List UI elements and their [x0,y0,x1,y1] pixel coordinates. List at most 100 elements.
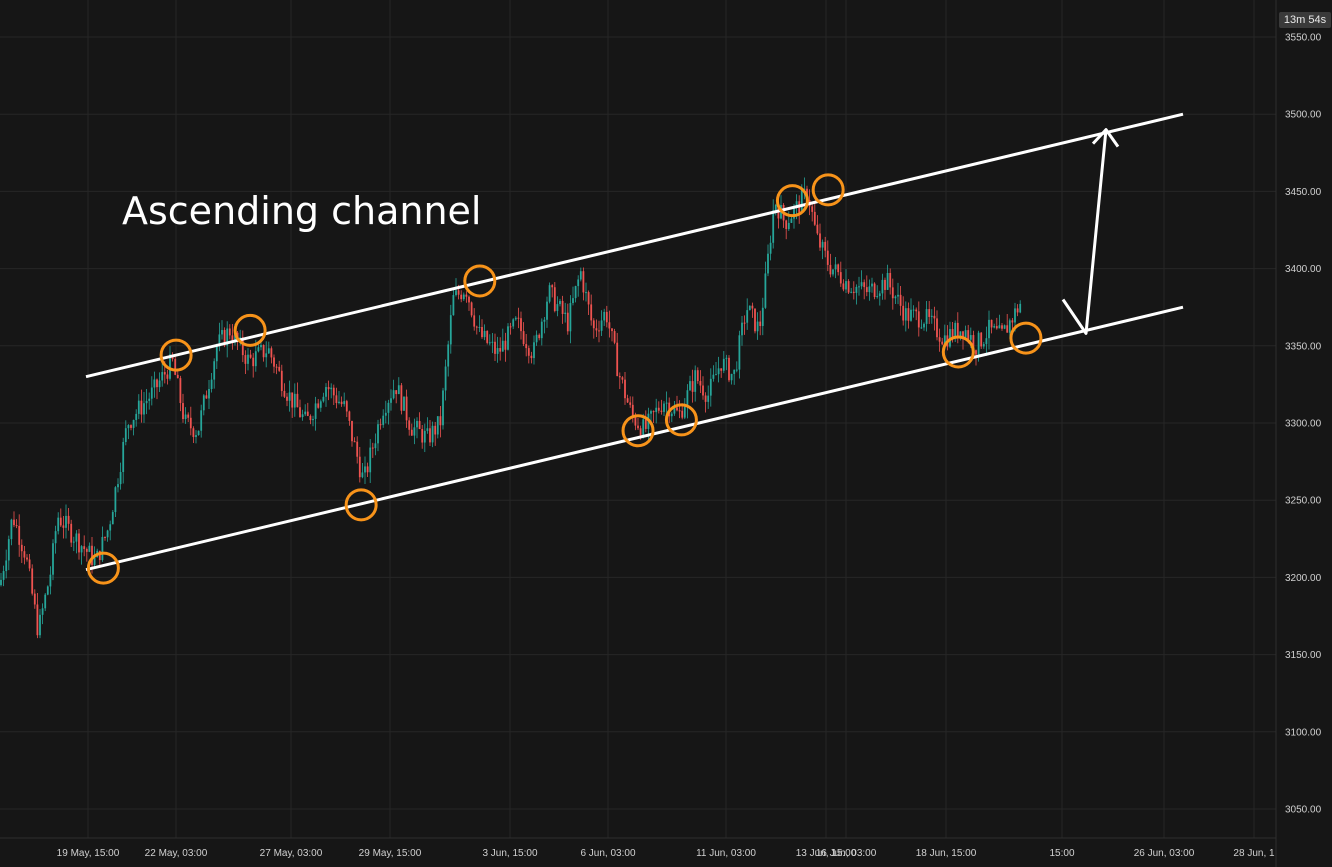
candle-body [980,332,983,347]
candle-body [587,292,590,305]
candle-body [312,418,314,421]
candle-body [325,387,327,397]
candle-body [631,404,634,416]
candle-body [535,334,538,343]
candle-body [166,374,169,379]
price-tick-label: 3500.00 [1285,110,1322,121]
candle-body [327,387,330,390]
candle-body [306,411,309,416]
candle-body [182,403,184,419]
candle-body [774,204,777,211]
candle-body [18,525,21,545]
candle-body [520,318,522,332]
candle-body [824,241,827,251]
candle-body [330,387,333,390]
candle-body [192,428,195,438]
candle-body [982,344,985,347]
candle-body [624,379,626,399]
candle-body [553,287,556,311]
candle-body [135,413,138,420]
candle-body [1006,325,1009,333]
price-chart[interactable]: Ascending channel 3050.00 3100.00 3150.00 3… [0,0,1332,867]
candle-body [127,425,130,429]
candle-body [158,380,161,388]
time-tick-label: 19 May, 15:00 [57,848,120,859]
candle-body [366,466,369,473]
candle-body [28,559,31,569]
candle-body [860,282,863,287]
candle-body [865,287,868,293]
candle-body [286,396,288,401]
candle-body [884,279,886,290]
candle-body [899,294,902,306]
candle-body [374,443,377,449]
candle-body [436,416,439,435]
candle-body [252,357,255,367]
candle-body [72,541,75,543]
candle-body [52,543,54,575]
candle-body [283,390,286,397]
candle-body [652,411,655,413]
candle-body [990,319,993,328]
candle-body [616,342,619,377]
time-tick-label: 6 Jun, 03:00 [580,848,635,859]
candle-body [839,272,842,284]
candle-body [455,290,457,296]
candle-body [384,412,387,416]
candle-body [590,304,593,321]
candle-body [964,330,967,338]
candle-body [582,271,585,293]
candle-body [696,370,699,382]
candle-body [369,447,372,473]
candle-body [556,304,559,311]
candle-body [592,320,595,329]
candle-body [642,419,645,437]
candle-body [995,326,998,329]
candle-body [444,366,447,391]
candle-body [293,393,296,408]
candle-body [221,330,223,335]
time-tick-label: 3 Jun, 15:00 [482,848,537,859]
candle-body [637,425,639,429]
candle-body [75,533,78,542]
candle-body [228,328,231,336]
candle-body [423,430,426,443]
candle-body [501,340,504,352]
candle-body [109,524,112,531]
candle-body [608,322,611,329]
candle-body [431,425,434,443]
candle-body [39,614,41,636]
candle-body [348,411,351,421]
candle-body [548,285,551,302]
candle-body [364,466,366,473]
candle-body [735,369,738,371]
candle-body [101,536,104,561]
candle-body [715,374,717,376]
candle-body [512,319,515,327]
candle-body [130,425,132,428]
candle-body [585,292,587,294]
candle-body [699,381,702,386]
candle-body [179,378,182,404]
candle-body [442,390,444,426]
candle-body [725,357,728,359]
candle-body [720,368,723,371]
candle-body [754,308,756,332]
candle-body [260,344,262,348]
candle-body [78,533,80,553]
candle-body [262,344,265,358]
candle-body [49,574,52,587]
candle-body [400,385,403,411]
candle-body [691,381,694,392]
candle-body [478,327,481,329]
candle-body [517,317,520,319]
candle-body [460,294,463,300]
candle-body [975,350,977,355]
candle-body [304,411,307,415]
candle-body [657,407,660,411]
candle-body [491,341,494,343]
candle-body [296,393,299,408]
candle-body [522,331,525,345]
candle-body [655,407,658,413]
time-tick-label: 29 May, 15:00 [359,848,422,859]
